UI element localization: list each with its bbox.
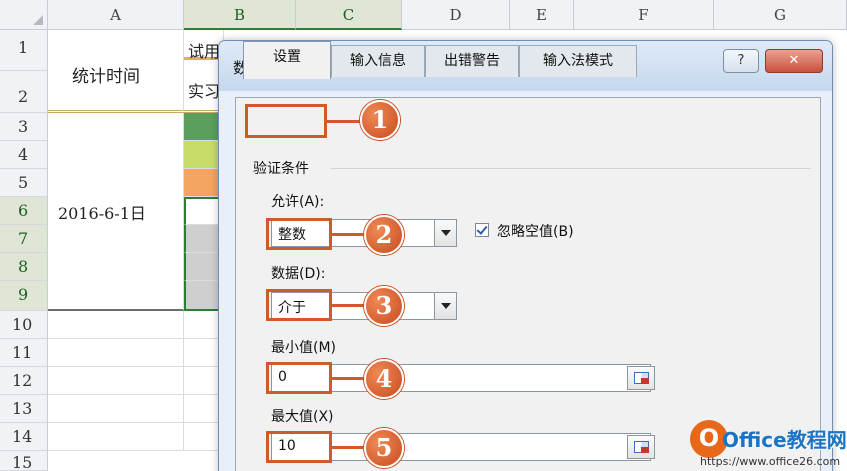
callout-1: 1	[360, 100, 400, 140]
cell-a12[interactable]	[48, 367, 184, 395]
data-label: 数据(D):	[271, 266, 326, 282]
row-header-7[interactable]: 7	[0, 225, 48, 253]
column-header-a[interactable]: A	[48, 0, 184, 30]
cell-a10[interactable]	[48, 311, 184, 339]
close-button[interactable]: ✕	[765, 49, 823, 73]
row-header-2[interactable]: 2	[0, 71, 48, 113]
row-header-3[interactable]: 3	[0, 113, 48, 141]
min-value-label: 最小值(M)	[271, 340, 337, 356]
validation-criteria-label: 验证条件	[253, 161, 309, 177]
row-header-5[interactable]: 5	[0, 169, 48, 197]
row-header-13[interactable]: 13	[0, 395, 48, 423]
highlight-settings-tab	[245, 104, 327, 138]
row-header-4[interactable]: 4	[0, 141, 48, 169]
column-header-g[interactable]: G	[714, 0, 847, 30]
date-cell-value: 2016-6-1日	[58, 204, 146, 223]
callout-2: 2	[364, 215, 404, 255]
row-header-1[interactable]: 1	[0, 30, 48, 71]
cell-a13[interactable]	[48, 395, 184, 423]
column-header-f[interactable]: F	[574, 0, 714, 30]
leader-line-2	[332, 233, 366, 236]
ignore-blank-checkbox[interactable]	[475, 223, 489, 237]
ignore-blank-label[interactable]: 忽略空值(B)	[497, 221, 574, 241]
select-all-corner[interactable]	[0, 0, 48, 30]
highlight-min-value	[266, 362, 332, 394]
callout-5: 5	[364, 428, 404, 468]
row-header-14[interactable]: 14	[0, 423, 48, 451]
watermark-url: https://www.office26.com	[700, 455, 841, 468]
column-header-e[interactable]: E	[510, 0, 574, 30]
tab-settings[interactable]: 设置	[243, 41, 331, 79]
column-header-c[interactable]: C	[296, 0, 402, 30]
row-header-9[interactable]: 9	[0, 281, 48, 311]
chevron-down-icon[interactable]	[434, 220, 456, 246]
allow-label: 允许(A):	[271, 194, 325, 210]
header-statistics-time: 统计时间	[72, 67, 140, 87]
tab-ime-mode[interactable]: 输入法模式	[519, 45, 637, 77]
row-header-8[interactable]: 8	[0, 253, 48, 281]
b1-header-text: 试用和实习员工统计	[188, 42, 222, 61]
chevron-down-icon[interactable]	[434, 293, 456, 319]
min-range-picker-button[interactable]	[627, 366, 655, 390]
column-header-d[interactable]: D	[402, 0, 510, 30]
max-value-label: 最大值(X)	[271, 409, 334, 425]
leader-line-5	[332, 446, 366, 449]
callout-3: 3	[364, 286, 404, 326]
row-header-10[interactable]: 10	[0, 311, 48, 339]
column-header-b[interactable]: B	[184, 0, 296, 30]
row-header-11[interactable]: 11	[0, 339, 48, 367]
group-divider	[331, 168, 811, 169]
tab-error-alert[interactable]: 出错警告	[425, 45, 519, 77]
help-button[interactable]: ?	[723, 49, 759, 73]
max-range-picker-button[interactable]	[627, 435, 655, 459]
leader-line-3	[332, 304, 366, 307]
tab-input-message[interactable]: 输入信息	[331, 45, 425, 77]
range-picker-arrow-icon	[641, 447, 649, 453]
select-all-icon	[33, 15, 43, 25]
range-picker-arrow-icon	[641, 378, 649, 384]
row-header-15[interactable]: 15	[0, 451, 48, 471]
cell-a14[interactable]	[48, 423, 184, 451]
leader-line-1	[327, 120, 363, 123]
callout-4: 4	[364, 359, 404, 399]
b2-header-text: 实习	[188, 82, 221, 101]
leader-line-4	[332, 377, 366, 380]
highlight-allow-value	[266, 218, 332, 250]
watermark-text: Office教程网	[722, 428, 847, 452]
highlight-max-value	[266, 431, 332, 463]
row-header-12[interactable]: 12	[0, 367, 48, 395]
row-header-6[interactable]: 6	[0, 197, 48, 225]
cell-a11[interactable]	[48, 339, 184, 367]
highlight-data-value	[266, 289, 332, 321]
